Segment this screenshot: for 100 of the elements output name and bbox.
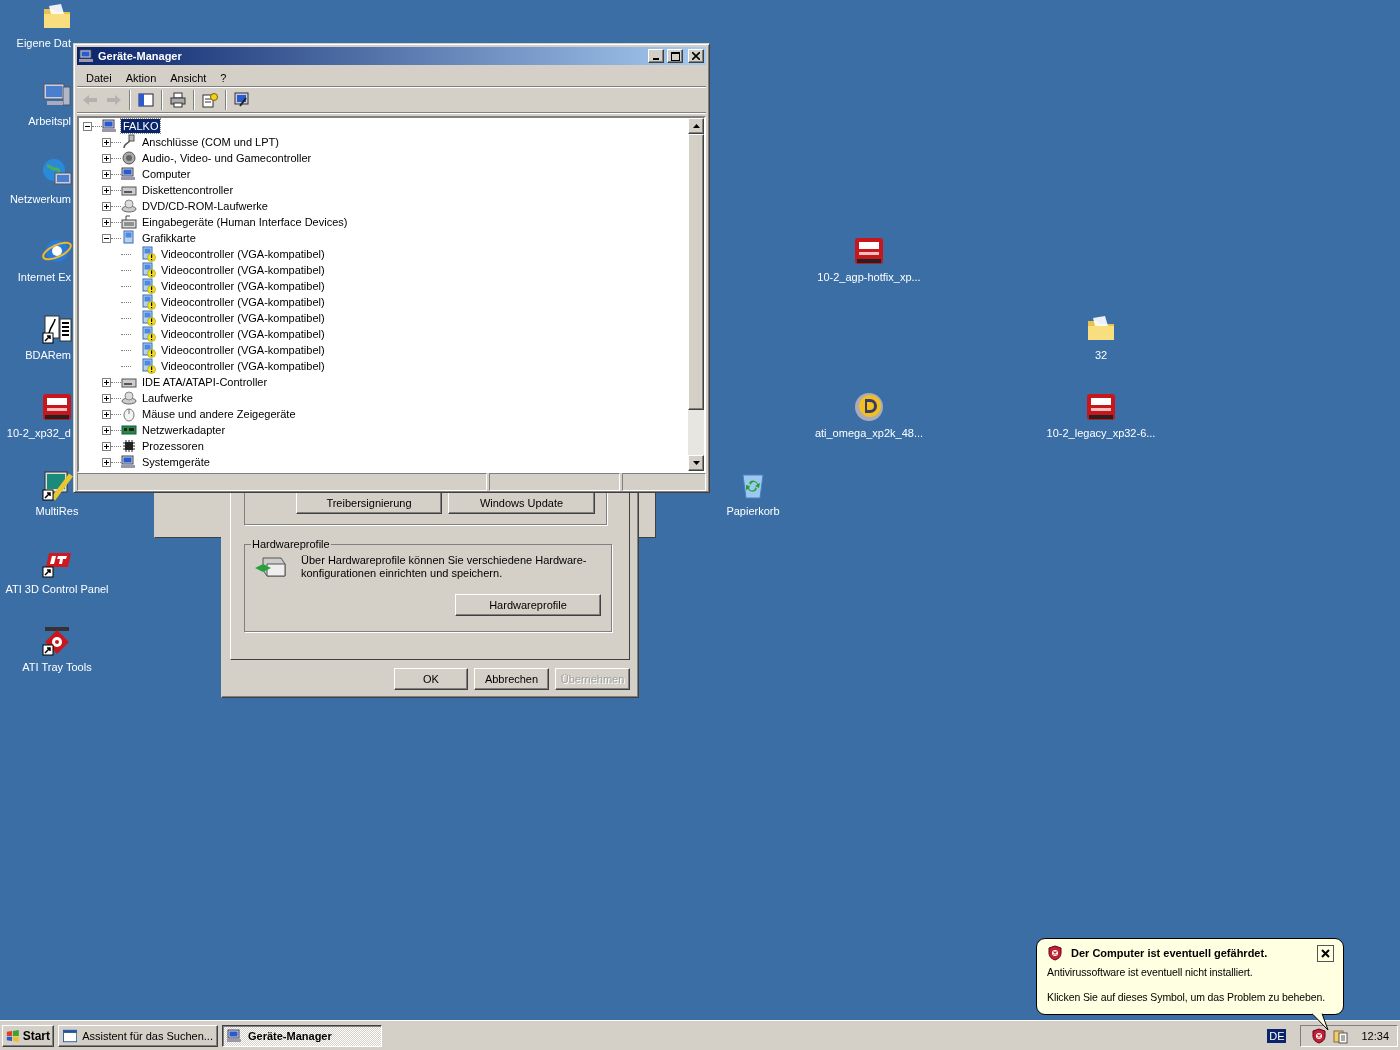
expand-toggle[interactable] (102, 377, 111, 387)
desktop-icon-label[interactable]: 10-2_agp-hotfix_xp... (817, 271, 921, 284)
speaker-icon (121, 150, 137, 166)
tree-item[interactable]: IDE ATA/ATAPI-Controller (140, 375, 270, 389)
badge-icon (41, 391, 73, 423)
expand-toggle[interactable] (102, 137, 111, 147)
hardware-profiles-button[interactable]: Hardwareprofile (455, 594, 601, 616)
tree-item[interactable]: Videocontroller (VGA-kompatibel) (159, 279, 327, 293)
desktop-icon-label[interactable]: ati_omega_xp2k_48... (814, 427, 924, 440)
computer-icon (102, 118, 118, 134)
tree-item[interactable]: Videocontroller (VGA-kompatibel) (159, 295, 327, 309)
tree-item[interactable]: Laufwerke (140, 391, 195, 405)
mouse-icon (121, 406, 137, 422)
expand-toggle[interactable] (102, 233, 111, 243)
tree-item[interactable]: Videocontroller (VGA-kompatibel) (159, 359, 327, 373)
scroll-down-button[interactable] (688, 455, 704, 471)
desktop-icon-label[interactable]: BDARem (25, 349, 71, 362)
desktop-icon-label[interactable]: 10-2_legacy_xp32-6... (1046, 427, 1156, 440)
menu-item[interactable]: Aktion (118, 71, 164, 84)
menu-item[interactable]: Ansicht (163, 71, 214, 84)
expand-toggle[interactable] (102, 153, 111, 163)
group-title: Hardwareprofile (251, 538, 331, 550)
desktop-icon-label[interactable]: Netzwerkum (9, 193, 71, 206)
desktop-icon-label[interactable]: Eigene Dat (16, 37, 71, 50)
group-description: Über Hardwareprofile können Sie verschiedene Hardware-konfigurationen einrichten und speichern. (301, 554, 588, 580)
dialog-button[interactable]: Windows Update (448, 492, 595, 514)
expand-toggle[interactable] (102, 217, 111, 227)
plug-icon (121, 134, 137, 150)
shield-icon (1047, 945, 1063, 961)
disc-drive-icon (121, 198, 137, 214)
shield-icon[interactable] (1311, 1027, 1328, 1044)
taskbar-button[interactable]: Geräte-Manager (222, 1024, 382, 1047)
computer-icon (79, 48, 95, 64)
tree-item[interactable]: Anschlüsse (COM und LPT) (140, 135, 281, 149)
expand-toggle[interactable] (83, 121, 92, 131)
expand-toggle[interactable] (102, 169, 111, 179)
dialog-button[interactable]: OK (394, 668, 468, 690)
tree-item[interactable]: Computer (140, 167, 193, 181)
expand-toggle[interactable] (102, 393, 111, 403)
menu-item[interactable]: ? (213, 71, 234, 84)
expand-toggle[interactable] (102, 457, 111, 467)
tree-item[interactable]: Diskettencontroller (140, 183, 236, 197)
chip-icon (121, 438, 137, 454)
document-icon (41, 313, 73, 345)
tree-item[interactable]: Systemgeräte (140, 455, 212, 469)
balloon-text: Klicken Sie auf dieses Symbol, um das Problem zu beheben. (1047, 991, 1326, 1004)
keyboard-icon (121, 214, 137, 230)
tree-item[interactable]: FALKO (121, 119, 161, 133)
tree-item[interactable]: Grafikkarte (140, 231, 198, 245)
desktop-icon-label[interactable]: Papierkorb (726, 505, 780, 518)
windows-flag-icon (6, 1028, 20, 1043)
taskbar-button[interactable]: Assistent für das Suchen... (58, 1024, 218, 1047)
clock: 12:34 (1361, 1029, 1389, 1042)
desktop-icon-label[interactable]: Arbeitspl (28, 115, 71, 128)
maximize-button[interactable] (667, 49, 683, 63)
dialog-button[interactable]: Abbrechen (474, 668, 549, 690)
tree-item[interactable]: Mäuse und andere Zeigegeräte (140, 407, 298, 421)
tree-item[interactable]: Videocontroller (VGA-kompatibel) (159, 311, 327, 325)
menu-item[interactable]: Datei (79, 71, 119, 84)
language-indicator[interactable]: DE (1267, 1028, 1287, 1043)
dialog-button[interactable]: Treibersignierung (296, 492, 442, 514)
tree-item[interactable]: Videocontroller (VGA-kompatibel) (159, 327, 327, 341)
expand-toggle[interactable] (102, 441, 111, 451)
tree-item[interactable]: Netzwerkadapter (140, 423, 228, 437)
desktop-icon-label[interactable]: MultiRes (35, 505, 79, 518)
scroll-up-button[interactable] (688, 118, 704, 134)
down-arrow-icon (692, 461, 700, 465)
desktop-icon-label[interactable]: ATI Tray Tools (22, 661, 92, 674)
badge-icon (1085, 391, 1117, 423)
window-icon (63, 1028, 78, 1043)
close-button[interactable] (1317, 944, 1334, 962)
balloon-text: Antivirussoftware ist eventuell nicht installiert. (1047, 966, 1254, 979)
tree-item[interactable]: Videocontroller (VGA-kompatibel) (159, 263, 327, 277)
expand-toggle[interactable] (102, 409, 111, 419)
maximize-icon (670, 51, 680, 61)
expand-toggle[interactable] (102, 425, 111, 435)
tree-item[interactable]: Audio-, Video- und Gamecontroller (140, 151, 314, 165)
tree-item[interactable]: Eingabegeräte (Human Interface Devices) (140, 215, 350, 229)
scrollbar[interactable] (688, 118, 704, 471)
tree-item[interactable]: DVD/CD-ROM-Laufwerke (140, 199, 270, 213)
scroll-thumb[interactable] (688, 134, 704, 410)
desktop-icon-label[interactable]: 10-2_xp32_d (6, 427, 71, 440)
minimize-button[interactable] (648, 49, 664, 63)
tree-item[interactable]: Videocontroller (VGA-kompatibel) (159, 343, 327, 357)
start-button[interactable]: Start (2, 1024, 54, 1047)
desktop-icon-label[interactable]: ATI 3D Control Panel (5, 583, 109, 596)
monitor-icon (121, 230, 137, 246)
computer-icon (121, 454, 137, 470)
tree-item[interactable]: Prozessoren (140, 439, 206, 453)
computer-icon (121, 166, 137, 182)
close-icon (692, 52, 700, 60)
expand-toggle[interactable] (102, 201, 111, 211)
tree-item[interactable]: Videocontroller (VGA-kompatibel) (159, 247, 327, 261)
expand-toggle[interactable] (102, 185, 111, 195)
desktop-icon-label[interactable]: Internet Ex (17, 271, 71, 284)
desktop-icon-label[interactable]: 32 (1094, 349, 1108, 362)
balloon-title: Der Computer ist eventuell gefährdet. (1071, 947, 1269, 959)
disc-drive-icon (121, 390, 137, 406)
window-title: Geräte-Manager (98, 50, 183, 62)
clipboard-icon[interactable] (1333, 1027, 1350, 1044)
